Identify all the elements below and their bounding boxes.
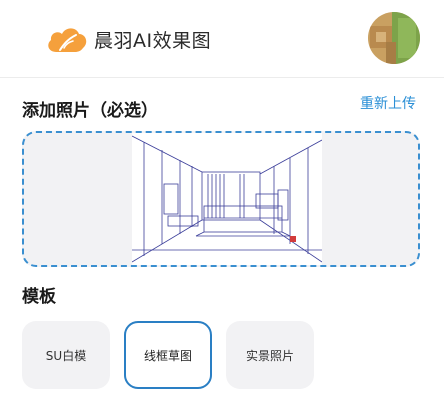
avatar[interactable] [368, 12, 420, 64]
reupload-button[interactable]: 重新上传 [360, 93, 416, 113]
add-photo-title: 添加照片（必选） [22, 101, 158, 121]
avatar-image-icon [368, 12, 420, 64]
template-list: SU白模 线框草图 实景照片 [22, 321, 422, 389]
template-label: SU白模 [45, 348, 87, 363]
cloud-feather-logo-icon [48, 28, 87, 52]
preview-image [132, 133, 322, 265]
app-header: 晨羽AI效果图 [0, 0, 444, 78]
template-label: 线框草图 [143, 348, 192, 363]
template-option-su-white-model[interactable]: SU白模 [22, 321, 110, 389]
app-title: 晨羽AI效果图 [94, 30, 212, 52]
template-option-wireframe-sketch[interactable]: 线框草图 [124, 321, 212, 389]
photo-upload-area[interactable] [22, 131, 420, 267]
template-option-real-photo[interactable]: 实景照片 [226, 321, 314, 389]
template-label: 实景照片 [245, 348, 294, 363]
template-title: 模板 [22, 287, 56, 307]
